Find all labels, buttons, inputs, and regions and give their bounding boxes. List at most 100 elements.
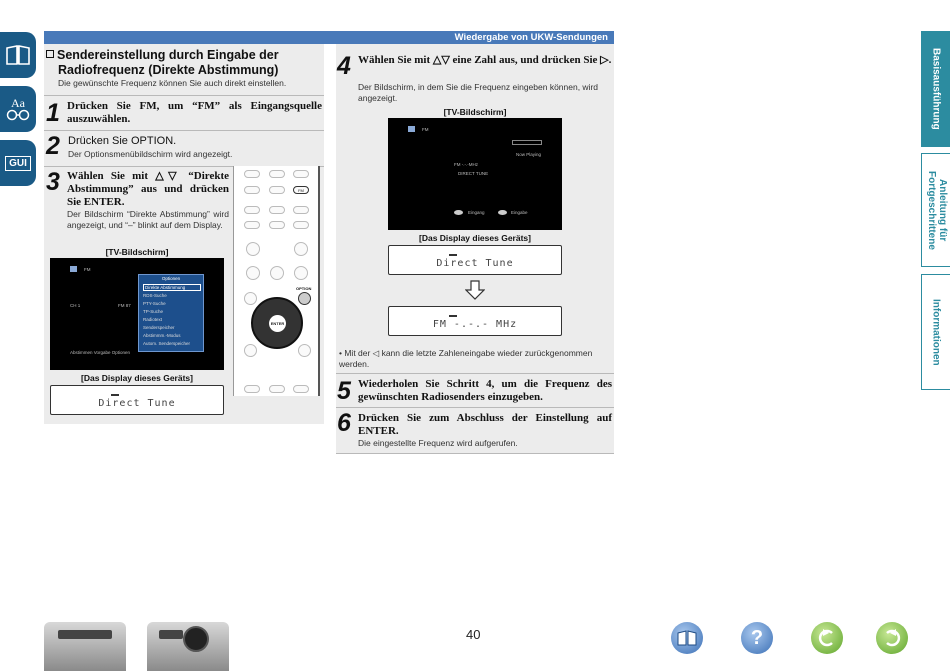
remote-button[interactable] xyxy=(244,170,260,178)
menu-item[interactable]: Radiotext xyxy=(143,316,201,324)
mute-button[interactable] xyxy=(270,266,284,280)
gui-icon: GUI xyxy=(5,155,31,171)
ch-down-button[interactable] xyxy=(294,266,308,280)
menu-item[interactable]: Autom. Senderspeicher xyxy=(143,340,201,348)
option-label: OPTION xyxy=(296,286,312,291)
step-text: Drücken Sie FM, um “FM” als Eingangsquel… xyxy=(67,100,322,125)
step-desc: Der Bildschirm, in dem Sie die Frequenz … xyxy=(358,82,599,103)
device-display-right-1: Direct Tune xyxy=(388,245,562,275)
step-text: Wiederholen Sie Schritt 4, um die Freque… xyxy=(358,378,612,403)
remote-button[interactable] xyxy=(293,170,309,178)
step-text: Drücken Sie OPTION. xyxy=(68,135,177,147)
menu-items: Direkte Abstimmung RDS-Suche PTY-Suche T… xyxy=(143,284,201,348)
tab-label: Anleitung für Fortgeschrittene xyxy=(926,170,948,250)
help-icon: ? xyxy=(750,626,764,649)
remote-button[interactable] xyxy=(269,385,285,393)
back-nav-button[interactable] xyxy=(811,622,843,654)
display-text: Direct Tune xyxy=(436,258,514,269)
options-menu: Optionen Direkte Abstimmung RDS-Suche PT… xyxy=(138,274,204,352)
remote-button[interactable] xyxy=(244,292,257,305)
remote-button[interactable] xyxy=(293,206,309,214)
display-cursor xyxy=(449,254,457,256)
step-text: Drücken Sie zum Abschluss der Einstellun… xyxy=(358,412,612,437)
display-text: Direct Tune xyxy=(98,398,176,409)
tv-screen-left: FM CH 1 FM 87 Optionen Direkte Abstimmun… xyxy=(50,258,224,370)
ch-up-button[interactable] xyxy=(294,242,308,256)
remote-button[interactable] xyxy=(244,186,260,194)
step-text: Wählen Sie mit △▽ “Direkte Abstimmung” a… xyxy=(67,170,229,208)
back-icon xyxy=(818,629,833,647)
glasses-icon xyxy=(6,109,30,120)
remote-button[interactable] xyxy=(298,344,311,357)
option-button[interactable] xyxy=(298,292,311,305)
vol-up-button[interactable] xyxy=(246,242,260,256)
now-playing: Now Playing xyxy=(516,152,542,157)
checkbox-icon xyxy=(46,50,54,58)
remote-button[interactable] xyxy=(269,170,285,178)
product-image-dvd xyxy=(147,622,229,671)
step-number: 5 xyxy=(337,377,351,405)
remote-button[interactable] xyxy=(244,344,257,357)
enter-button[interactable]: ENTER xyxy=(269,315,286,332)
title-line-2: Radiofrequenz (Direkte Abstimmung) xyxy=(58,63,279,77)
tv-caption-left: [TV-Bildschirm] xyxy=(105,247,169,257)
step-2: 2 Drücken Sie OPTION. Der Optionsmenübil… xyxy=(44,130,324,166)
left-tab-gui[interactable]: GUI xyxy=(0,140,36,186)
column-bottom-rule xyxy=(336,453,614,454)
display-cursor xyxy=(111,394,119,396)
remote-button[interactable] xyxy=(269,206,285,214)
remote-button[interactable] xyxy=(269,221,285,229)
device-display-left: Direct Tune xyxy=(50,385,224,415)
step-5: 5 Wiederholen Sie Schritt 4, um die Freq… xyxy=(336,373,614,407)
remote-button[interactable] xyxy=(293,385,309,393)
step-number: 6 xyxy=(337,409,351,437)
book-icon xyxy=(6,45,30,65)
remote-button[interactable] xyxy=(244,221,260,229)
arrow-down-icon xyxy=(465,280,485,300)
remote-button[interactable] xyxy=(269,186,285,194)
page-number: 40 xyxy=(466,627,481,642)
menu-item[interactable]: Abstimmm.-Modus xyxy=(143,332,201,340)
display-cursor xyxy=(449,315,457,317)
section-subtitle: Die gewünschte Frequenz können Sie auch … xyxy=(58,78,287,88)
device-display-right-2: FM -.-.- MHz xyxy=(388,306,562,336)
disc-icon xyxy=(183,626,209,652)
tv-mode: DIRECT TUNE xyxy=(458,171,489,176)
remote-button[interactable] xyxy=(244,206,260,214)
step-text: Wählen Sie mit △▽ eine Zahl aus, und drü… xyxy=(358,54,612,66)
status-badge xyxy=(512,140,542,145)
tab-informationen[interactable]: Informationen xyxy=(921,274,950,390)
left-tab-book[interactable] xyxy=(0,32,36,78)
display-caption-right: [Das Display dieses Geräts] xyxy=(419,233,531,243)
left-tab-font[interactable]: Aa xyxy=(0,86,36,132)
tv-source: FM xyxy=(422,127,429,132)
tv-channel: CH 1 xyxy=(70,303,81,308)
cursor-pad[interactable]: ENTER xyxy=(251,297,303,349)
step-desc: Der Optionsmenübildschirm wird angezeigt… xyxy=(68,149,233,159)
book-nav-button[interactable] xyxy=(671,622,703,654)
note-text: Mit der ◁ kann die letzte Zahleneingabe … xyxy=(339,348,593,369)
menu-item[interactable]: RDS-Suche xyxy=(143,292,201,300)
remote-button[interactable] xyxy=(244,385,260,393)
display-caption-left: [Das Display dieses Geräts] xyxy=(81,373,193,383)
menu-item-selected[interactable]: Direkte Abstimmung xyxy=(143,284,201,291)
section-title: Sendereinstellung durch Eingabe der Radi… xyxy=(46,48,322,89)
vol-down-button[interactable] xyxy=(246,266,260,280)
forward-nav-button[interactable] xyxy=(876,622,908,654)
fm-button[interactable]: FM xyxy=(293,186,309,194)
menu-item[interactable]: Senderspeicher xyxy=(143,324,201,332)
tab-basisausfuehrung[interactable]: Basisausführung xyxy=(921,31,950,147)
help-nav-button[interactable]: ? xyxy=(741,622,773,654)
header-bar: Wiedergabe von UKW-Sendungen xyxy=(44,31,614,44)
font-icon: Aa xyxy=(11,95,25,110)
tab-label: Informationen xyxy=(930,298,942,366)
remote-button[interactable] xyxy=(293,221,309,229)
tab-fortgeschrittene[interactable]: Anleitung für Fortgeschrittene xyxy=(921,153,950,267)
menu-item[interactable]: TP-Suche xyxy=(143,308,201,316)
tv-source: FM xyxy=(84,267,91,272)
menu-item[interactable]: PTY-Suche xyxy=(143,300,201,308)
tv-freq: FM -.-.-MHz xyxy=(454,162,478,167)
tab-label: Basisausführung xyxy=(930,48,942,130)
source-icon xyxy=(408,126,415,132)
eye-icon xyxy=(498,210,507,215)
